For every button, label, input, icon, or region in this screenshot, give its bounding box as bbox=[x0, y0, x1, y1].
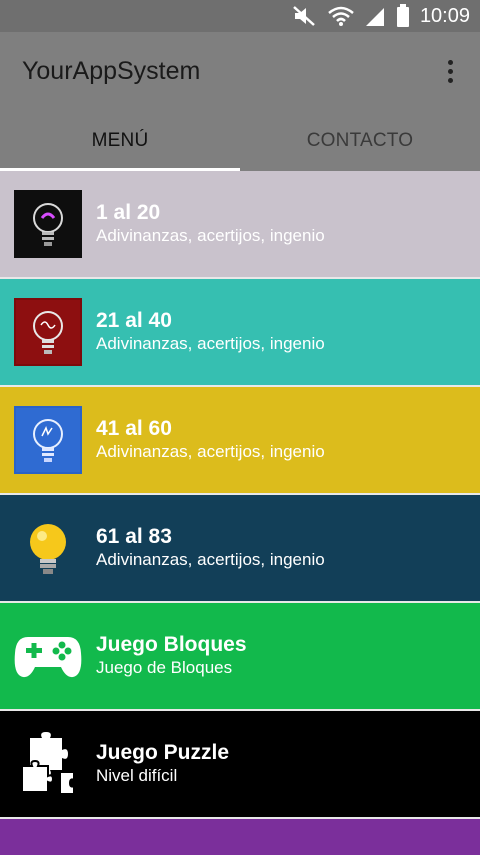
battery-icon bbox=[396, 4, 410, 28]
item-subtitle: Nivel difícil bbox=[96, 766, 178, 785]
item-title: Juego Bloques bbox=[96, 633, 247, 656]
list-item[interactable]: 41 al 60 Adivinanzas, acertijos, ingenio bbox=[0, 387, 480, 495]
puzzle-icon bbox=[14, 730, 82, 798]
item-subtitle: Adivinanzas, acertijos, ingenio bbox=[96, 334, 325, 353]
tab-menu[interactable]: MENÚ bbox=[0, 110, 240, 171]
item-subtitle: Adivinanzas, acertijos, ingenio bbox=[96, 226, 325, 245]
item-title: 21 al 40 bbox=[96, 309, 172, 332]
list-item[interactable]: Juego Puzzle Nivel difícil bbox=[0, 711, 480, 819]
list-item[interactable]: 61 al 83 Adivinanzas, acertijos, ingenio bbox=[0, 495, 480, 603]
item-title: 61 al 83 bbox=[96, 525, 172, 548]
signal-icon bbox=[364, 5, 386, 27]
lightbulb-blue-icon bbox=[14, 406, 82, 474]
item-subtitle: Juego de Bloques bbox=[96, 658, 233, 677]
mute-icon bbox=[292, 5, 318, 27]
item-subtitle: Adivinanzas, acertijos, ingenio bbox=[96, 550, 325, 569]
more-vert-icon[interactable] bbox=[438, 56, 462, 86]
item-title: 1 al 20 bbox=[96, 201, 161, 224]
status-bar: 10:09 bbox=[0, 0, 480, 32]
list-item[interactable]: 21 al 40 Adivinanzas, acertijos, ingenio bbox=[0, 279, 480, 387]
list-item[interactable] bbox=[0, 819, 480, 855]
status-time: 10:09 bbox=[419, 4, 470, 27]
menu-list: 1 al 20 Adivinanzas, acertijos, ingenio … bbox=[0, 171, 480, 855]
app-title: YourAppSystem bbox=[22, 56, 201, 85]
item-title: 41 al 60 bbox=[96, 417, 172, 440]
lightbulb-yellow-icon bbox=[14, 514, 82, 582]
lightbulb-purple-icon bbox=[14, 190, 82, 258]
lightbulb-red-icon bbox=[14, 298, 82, 366]
list-item[interactable]: 1 al 20 Adivinanzas, acertijos, ingenio bbox=[0, 171, 480, 279]
list-item[interactable]: Juego Bloques Juego de Bloques bbox=[0, 603, 480, 711]
app-bar: YourAppSystem bbox=[0, 32, 480, 110]
tab-bar: MENÚ CONTACTO bbox=[0, 110, 480, 171]
wifi-icon bbox=[328, 5, 354, 27]
tab-contacto[interactable]: CONTACTO bbox=[240, 110, 480, 171]
item-title: Juego Puzzle bbox=[96, 741, 230, 764]
gamepad-icon bbox=[14, 622, 82, 690]
item-subtitle: Adivinanzas, acertijos, ingenio bbox=[96, 442, 325, 461]
